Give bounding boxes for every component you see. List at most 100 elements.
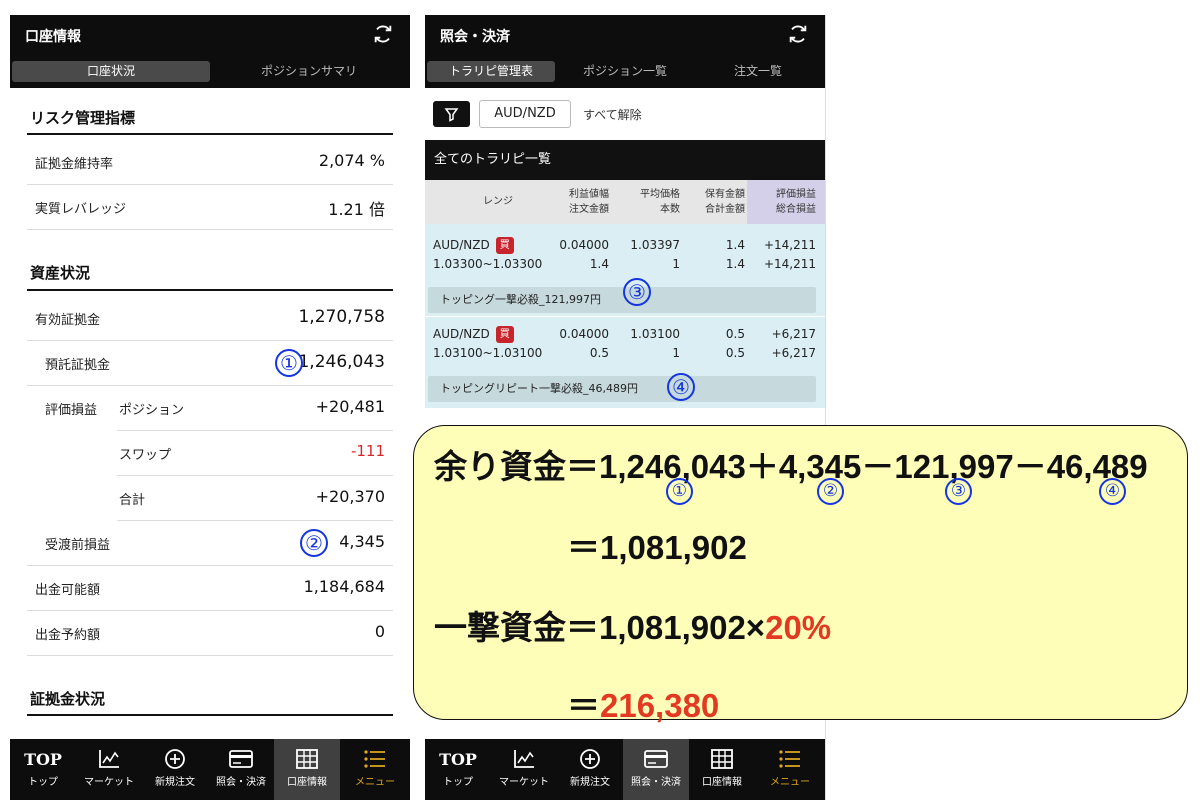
card-icon [644,750,668,768]
nav-label: トップ [443,777,473,788]
trap-list-title: 全てのトラリピ一覧 [425,140,825,180]
nav-top[interactable]: TOP トップ [10,739,76,800]
top-text: TOP [439,750,477,769]
nav-new-order[interactable]: 新規注文 [142,739,208,800]
section-divider [27,133,393,135]
chart-icon [99,750,119,768]
trap-row[interactable]: AUD/NZD 買 1.03100~1.03100 0.04000 0.5 1.0… [425,316,825,408]
strategy-name: トッピング一撃必殺_121,997円 [428,287,816,313]
filter-button[interactable] [433,101,470,127]
menu-icon [364,750,385,768]
nav-menu[interactable]: メニュー [755,739,825,800]
trap-total-amount: 1.4 [725,257,745,271]
nav-label: 照会・決済 [216,777,266,788]
margin-status-section-title: 証拠金状況 [30,690,106,708]
section-divider [27,289,393,291]
effective-margin-row: 有効証拠金 1,270,758 [27,296,393,341]
total-value: +20,370 [315,487,385,506]
menu-icon [779,750,800,768]
nav-market[interactable]: マーケット [491,739,557,800]
formula-line-4: ＝216,380 [567,679,719,727]
clear-all-link[interactable]: すべて解除 [583,106,642,123]
nav-account-info[interactable]: 口座情報 [274,739,340,800]
formula-marker-3: ③ [945,478,972,505]
nav-top[interactable]: TOP トップ [425,739,491,800]
currency-pair-chip[interactable]: AUD/NZD [479,100,571,128]
col-held-amount: 保有金額 合計金額 [687,187,745,217]
trap-row[interactable]: AUD/NZD 買 1.03300~1.03300 0.04000 1.4 1.0… [425,224,825,316]
deposit-value: 1,246,043 [298,352,385,372]
trap-unrealized: +6,217 [771,327,816,341]
deposit-row: 預託証拠金 1,246,043 [27,341,393,386]
formula-marker-4: ④ [1099,478,1126,505]
nav-label: 新規注文 [570,777,610,788]
formula-line-1: 余り資金＝1,246,043＋4,345－121,997－46,489 [434,440,1148,488]
refresh-icon[interactable] [372,23,394,45]
pre-settlement-row: 受渡前損益 4,345 [27,521,393,566]
refresh-icon[interactable] [787,23,809,45]
account-info-screen: 口座情報 口座状況 ポジションサマリ リスク管理指標 証拠金維持率 2,074 … [10,15,410,800]
trap-range: 1.03100~1.03100 [433,346,543,360]
section-divider [27,714,393,716]
pre-settlement-label: 受渡前損益 [45,538,111,553]
nav-menu[interactable]: メニュー [340,739,410,800]
withdraw-reserved-label: 出金予約額 [35,628,101,643]
margin-ratio-row: 証拠金維持率 2,074 % [27,140,393,185]
trap-avg-price: 1.03397 [630,238,680,252]
oneshot-label: 一撃資金＝1,081,902× [434,609,766,646]
trap-count: 1 [672,346,680,360]
tab-order-list[interactable]: 注文一覧 [693,61,823,82]
withdrawable-label: 出金可能額 [35,583,101,598]
col-unrealized: 評価損益 総合損益 [755,187,816,217]
nav-inquiry-settlement[interactable]: 照会・決済 [208,739,274,800]
withdraw-reserved-row: 出金予約額 0 [27,611,393,656]
equals-sign: ＝ [567,687,600,724]
tab-trap-management[interactable]: トラリピ管理表 [427,61,555,82]
nav-label: マーケット [84,777,134,788]
trap-total-amount: 0.5 [725,346,745,360]
tab-position-list[interactable]: ポジション一覧 [560,61,690,82]
withdrawable-row: 出金可能額 1,184,684 [27,566,393,611]
col-avg-price: 平均価格 本数 [625,187,680,217]
margin-ratio-value: 2,074 % [318,151,385,170]
nav-inquiry-settlement[interactable]: 照会・決済 [623,739,689,800]
minus-sign: － [861,448,895,485]
trap-total-pl: +6,217 [771,346,816,360]
nav-market[interactable]: マーケット [76,739,142,800]
tab-position-summary[interactable]: ポジションサマリ [210,61,408,82]
top-text: TOP [24,750,62,769]
trap-range: 1.03300~1.03300 [433,257,543,271]
swap-row: スワップ -111 [117,431,393,476]
term-strategy-2: 46,489 [1046,448,1148,485]
nav-account-info[interactable]: 口座情報 [689,739,755,800]
withdrawable-value: 1,184,684 [303,577,385,596]
pre-settlement-value: 4,345 [339,532,385,551]
leverage-row: 実質レバレッジ 1.21 倍 [27,185,393,230]
trap-total-pl: +14,211 [763,257,816,271]
leverage-label: 実質レバレッジ [35,202,127,217]
nav-new-order[interactable]: 新規注文 [557,739,623,800]
position-value: +20,481 [315,397,385,416]
tab-account-status[interactable]: 口座状況 [12,61,210,82]
col-count-label: 本数 [660,204,680,215]
trap-unrealized: +14,211 [763,238,816,252]
buy-badge: 買 [495,326,514,343]
nav-label: メニュー [355,777,395,788]
col-total-amount-label: 合計金額 [705,204,745,215]
col-range: レンジ [483,196,513,207]
grid-icon [711,749,733,769]
swap-value: -111 [350,442,385,460]
nav-label: 新規注文 [155,777,195,788]
deposit-label: 預託証拠金 [45,358,111,373]
term-pre-settlement: 4,345 [778,448,862,485]
trap-pair: AUD/NZD 買 [433,235,514,255]
grid-icon [296,749,318,769]
col-profit-width: 利益値幅 注文金額 [555,187,609,217]
bottom-nav: TOP トップ マーケット 新規注文 照会・決済 口座情報 メニュー [10,739,410,800]
risk-section-title: リスク管理指標 [30,109,136,127]
trap-profit-width: 0.04000 [559,238,609,252]
formula-line-2: ＝1,081,902 [567,529,747,566]
col-profit-width-label: 利益値幅 [569,189,609,200]
unrealized-label: 評価損益 [45,403,98,418]
nav-label: メニュー [770,777,810,788]
